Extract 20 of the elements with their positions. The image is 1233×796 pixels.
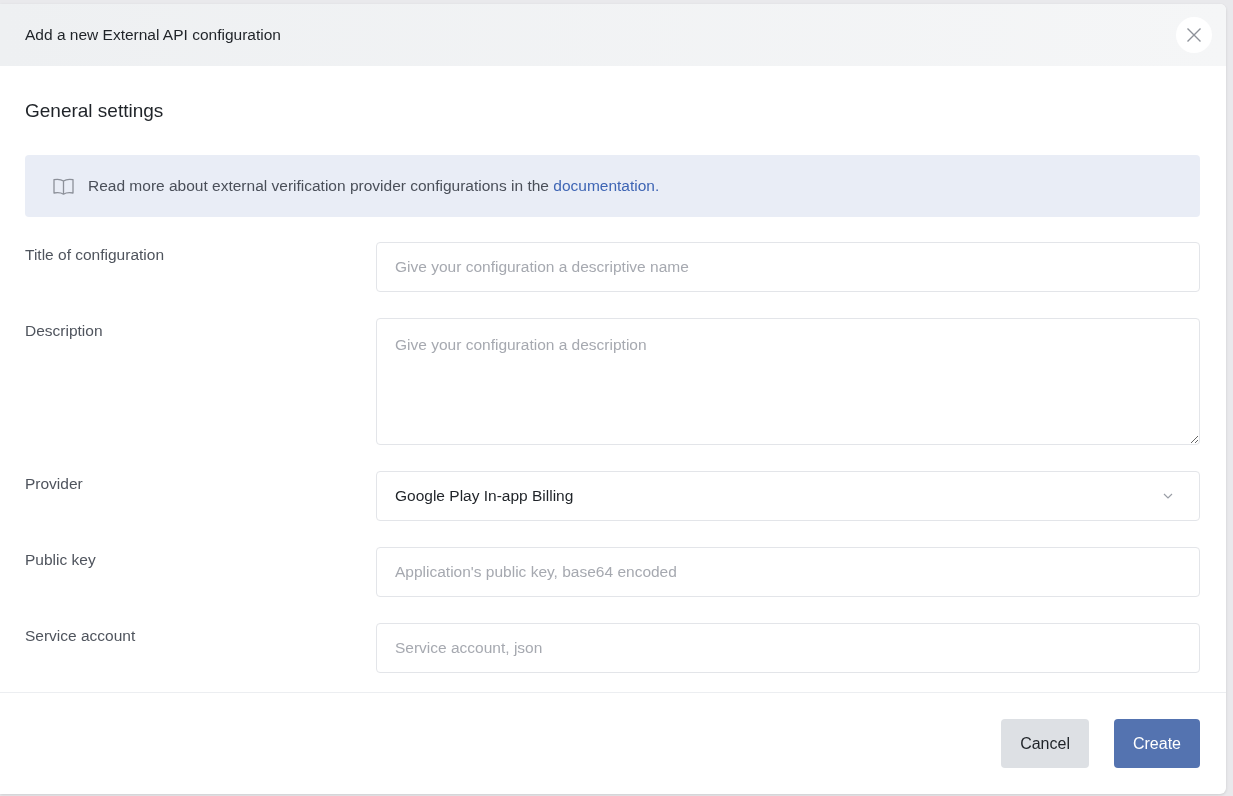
- section-title: General settings: [25, 99, 164, 123]
- book-icon: [53, 177, 74, 195]
- text-input[interactable]: Service account, json: [376, 623, 1200, 673]
- cancel-button[interactable]: Cancel: [1001, 719, 1089, 768]
- textarea-field[interactable]: Give your configuration a description: [376, 318, 1200, 445]
- field-label: Description: [25, 321, 103, 340]
- field-label: Public key: [25, 550, 96, 569]
- text-input[interactable]: Application's public key, base64 encoded: [376, 547, 1200, 597]
- text-input[interactable]: Give your configuration a descriptive name: [376, 242, 1200, 292]
- field-label: Service account: [25, 626, 136, 645]
- dialog-title: Add a new External API configuration: [25, 26, 281, 44]
- info-text: Read more about external verification provider configurations in the documentation.: [88, 177, 660, 195]
- chevron-down-icon: [1163, 493, 1173, 499]
- create-button[interactable]: Create: [1113, 719, 1200, 768]
- documentation-link[interactable]: documentation.: [553, 177, 660, 194]
- close-icon: [1187, 28, 1201, 42]
- field-label: Provider: [25, 474, 83, 493]
- field-label: Title of configuration: [25, 245, 164, 264]
- close-button[interactable]: [1176, 17, 1212, 53]
- provider-dropdown[interactable]: Google Play In-app Billing: [376, 471, 1200, 521]
